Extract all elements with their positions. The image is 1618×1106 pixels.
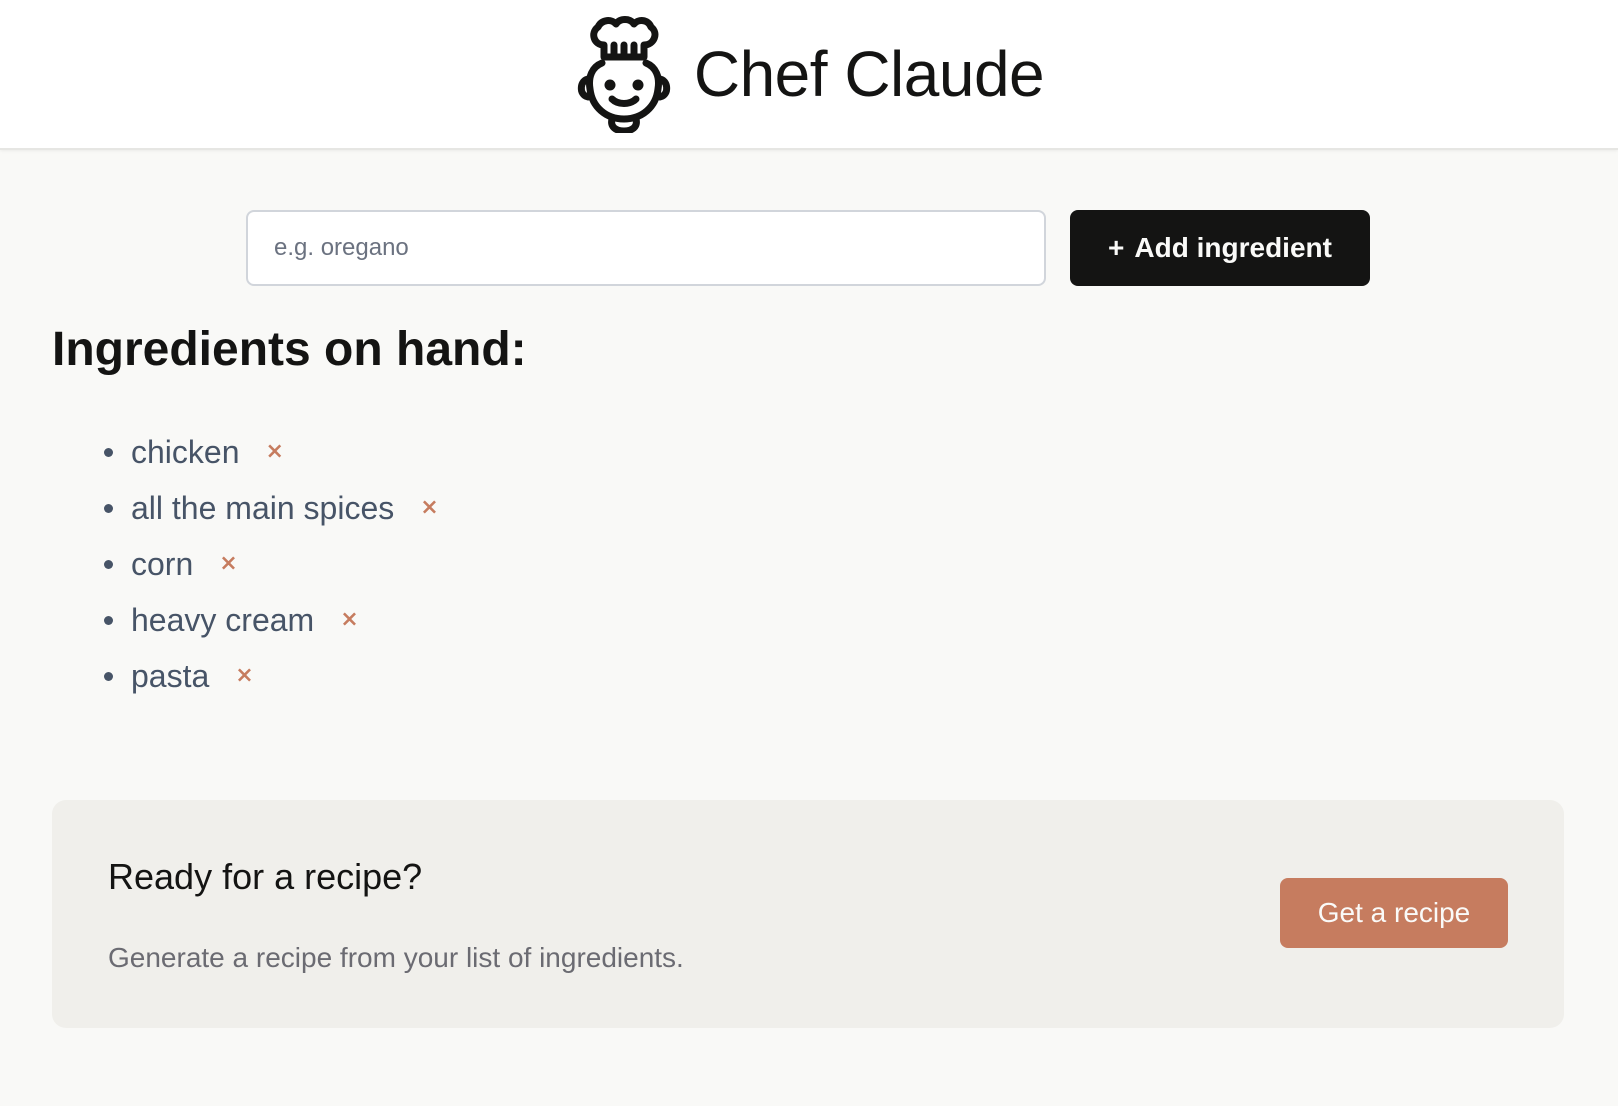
bullet-icon (104, 503, 113, 513)
ingredient-label: all the main spices (131, 489, 395, 526)
get-recipe-panel: Ready for a recipe? Generate a recipe fr… (52, 800, 1564, 1028)
recipe-cta-description: Generate a recipe from your list of ingr… (108, 942, 684, 973)
main-content: + Add ingredient Ingredients on hand: ch… (0, 150, 1618, 1106)
recipe-cta-title: Ready for a recipe? (108, 856, 423, 897)
plus-icon: + (1108, 232, 1125, 263)
list-item: all the main spices × (104, 480, 439, 536)
ingredients-heading: Ingredients on hand: (52, 323, 527, 376)
ingredient-list: chicken × all the main spices × corn × h… (104, 424, 439, 704)
app-title: Chef Claude (693, 38, 1045, 110)
remove-ingredient-button[interactable]: × (219, 553, 237, 575)
list-item: heavy cream × (104, 592, 439, 648)
remove-ingredient-button[interactable]: × (420, 497, 438, 519)
remove-ingredient-button[interactable]: × (266, 441, 284, 463)
chef-hat-face-icon (577, 16, 670, 133)
get-recipe-button[interactable]: Get a recipe (1280, 878, 1508, 948)
add-ingredient-form: + Add ingredient (246, 210, 1370, 286)
ingredient-label: corn (131, 545, 194, 582)
add-ingredient-button-label: Add ingredient (1134, 232, 1332, 263)
ingredient-label: heavy cream (131, 601, 315, 638)
remove-ingredient-button[interactable]: × (340, 609, 358, 631)
bullet-icon (104, 447, 113, 457)
remove-ingredient-button[interactable]: × (235, 665, 253, 687)
list-item: chicken × (104, 424, 439, 480)
add-ingredient-button[interactable]: + Add ingredient (1070, 210, 1370, 286)
ingredient-input[interactable] (246, 210, 1046, 286)
bullet-icon (104, 671, 113, 681)
bullet-icon (104, 615, 113, 625)
ingredient-label: chicken (131, 433, 240, 470)
list-item: corn × (104, 536, 439, 592)
ingredient-label: pasta (131, 657, 210, 694)
bullet-icon (104, 559, 113, 569)
list-item: pasta × (104, 648, 439, 704)
app-header: Chef Claude (0, 0, 1618, 150)
